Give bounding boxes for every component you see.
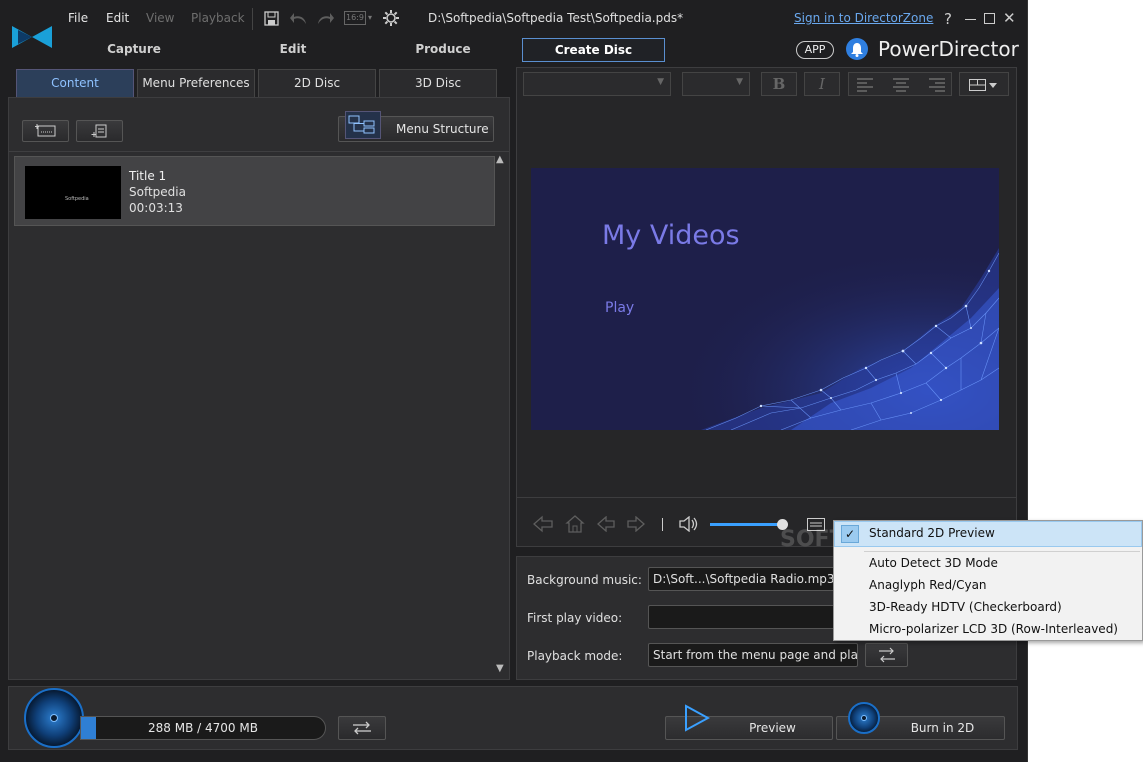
menu-view[interactable]: View (146, 11, 174, 25)
font-family-select[interactable]: ▼ (523, 72, 671, 96)
burn-disc-icon (848, 702, 880, 734)
playback-mode-field[interactable]: Start from the menu page and play all t (648, 643, 858, 667)
layout-grid-icon (969, 79, 997, 91)
disc-hole (50, 714, 58, 722)
menu-divider (252, 8, 253, 30)
menu-file[interactable]: File (68, 11, 88, 25)
panel-divider (9, 151, 509, 152)
powerdirector-logo-icon (12, 26, 52, 48)
title-subtitle: Softpedia (129, 185, 186, 199)
context-item-hdtv-checkerboard[interactable]: 3D-Ready HDTV (Checkerboard) (869, 600, 1062, 614)
tab-produce[interactable]: Produce (373, 38, 513, 62)
context-item-anaglyph[interactable]: Anaglyph Red/Cyan (869, 578, 987, 592)
preview-divider (516, 497, 1017, 498)
tab-create-disc[interactable]: Create Disc (522, 38, 665, 62)
preview-label: Preview (749, 721, 796, 735)
maximize-icon[interactable] (984, 13, 995, 24)
add-chapter-icon (91, 124, 106, 138)
previous-arrow-icon[interactable] (596, 515, 616, 535)
preview-mode-context-menu: ✓ Standard 2D Preview Auto Detect 3D Mod… (833, 520, 1143, 641)
content-panel: Menu Structure Softpedia Title 1 Softped… (8, 97, 510, 680)
notification-bell-icon[interactable] (846, 38, 868, 60)
first-page-icon[interactable] (532, 515, 554, 536)
tab-edit[interactable]: Edit (223, 38, 363, 62)
playback-settings-icon (878, 647, 895, 663)
thumbnail-watermark-text: Softpedia (65, 196, 89, 202)
context-item-standard-2d[interactable]: Standard 2D Preview (869, 526, 995, 540)
font-chevron-down-icon: ▼ (657, 77, 664, 87)
sign-in-link[interactable]: Sign in to DirectorZone (794, 11, 933, 25)
brand-name: PowerDirector (878, 37, 1019, 61)
app-logo (12, 26, 52, 48)
layout-dropdown-button[interactable] (959, 72, 1009, 96)
italic-button[interactable]: I (804, 72, 840, 96)
tab-2d-disc[interactable]: 2D Disc (258, 69, 376, 97)
save-icon[interactable] (264, 11, 279, 29)
align-icons (857, 78, 945, 92)
title-thumbnail: Softpedia (25, 166, 121, 219)
menu-edit[interactable]: Edit (106, 11, 129, 25)
font-size-select[interactable]: ▼ (682, 72, 750, 96)
powerdirector-window: File Edit View Playback 16:9 ▾ D:\Softpe… (0, 0, 1028, 762)
context-item-auto-detect-3d[interactable]: Auto Detect 3D Mode (869, 556, 998, 570)
disc-icon (24, 688, 84, 748)
playback-mode-label: Playback mode: (527, 649, 623, 663)
menu-structure-icon (345, 111, 381, 139)
context-menu-separator (864, 551, 1140, 552)
minimize-icon[interactable] (965, 19, 976, 20)
tab-content[interactable]: Content (16, 69, 134, 97)
project-path: D:\Softpedia\Softpedia Test\Softpedia.pd… (428, 11, 684, 25)
home-icon[interactable] (565, 514, 585, 537)
bg-music-label: Background music: (527, 573, 642, 587)
tab-menu-preferences[interactable]: Menu Preferences (137, 69, 255, 97)
checkmark-icon: ✓ (841, 525, 859, 543)
aspect-chevron-down-icon[interactable]: ▾ (368, 13, 372, 22)
app-badge[interactable]: APP (796, 41, 834, 59)
tab-capture[interactable]: Capture (64, 38, 204, 62)
bold-button[interactable]: B (761, 72, 797, 96)
capacity-text: 288 MB / 4700 MB (148, 721, 258, 735)
aspect-ratio-button[interactable]: 16:9 (344, 11, 366, 25)
scroll-up-arrow-icon[interactable]: ▲ (496, 154, 504, 165)
menu-structure-button[interactable]: Menu Structure (338, 111, 494, 142)
menu-preview-canvas[interactable]: My Videos Play (531, 168, 999, 430)
menu-structure-label: Menu Structure (396, 122, 489, 136)
bg-music-field[interactable]: D:\Soft...\Softpedia Radio.mp3 (648, 567, 848, 591)
nav-divider (662, 518, 663, 531)
next-arrow-icon[interactable] (626, 515, 646, 535)
swap-disc-button[interactable] (338, 716, 386, 740)
capacity-bar: 288 MB / 4700 MB (80, 716, 326, 740)
menu-play-button[interactable]: Play (605, 300, 634, 316)
title-duration: 00:03:13 (129, 201, 183, 215)
menu-playback[interactable]: Playback (191, 11, 245, 25)
burn-label: Burn in 2D (910, 721, 975, 735)
add-title-icon (34, 124, 55, 137)
plexus-background-image (531, 168, 999, 430)
volume-icon[interactable] (679, 515, 699, 535)
playback-mode-settings-button[interactable] (865, 643, 908, 667)
help-button[interactable]: ? (944, 10, 952, 28)
scroll-down-arrow-icon[interactable]: ▼ (496, 663, 504, 674)
menu-title-text[interactable]: My Videos (602, 220, 740, 251)
title-name: Title 1 (129, 169, 167, 183)
alignment-group (848, 72, 952, 96)
burn-disc-hole (861, 715, 867, 721)
play-icon (684, 704, 711, 735)
title-list-item[interactable]: Softpedia Title 1 Softpedia 00:03:13 (14, 156, 495, 226)
size-chevron-down-icon: ▼ (736, 77, 743, 87)
close-icon[interactable]: ✕ (1003, 11, 1016, 26)
tab-3d-disc[interactable]: 3D Disc (379, 69, 497, 97)
add-title-button[interactable] (22, 120, 69, 142)
gear-icon[interactable] (382, 9, 400, 30)
context-item-micro-polarizer[interactable]: Micro-polarizer LCD 3D (Row-Interleaved) (869, 622, 1118, 636)
swap-arrows-icon (353, 721, 371, 735)
undo-icon[interactable] (290, 11, 308, 29)
volume-slider[interactable] (710, 523, 782, 526)
first-play-field[interactable] (648, 605, 848, 629)
first-play-label: First play video: (527, 611, 623, 625)
redo-icon[interactable] (316, 11, 334, 29)
add-chapter-button[interactable] (76, 120, 123, 142)
